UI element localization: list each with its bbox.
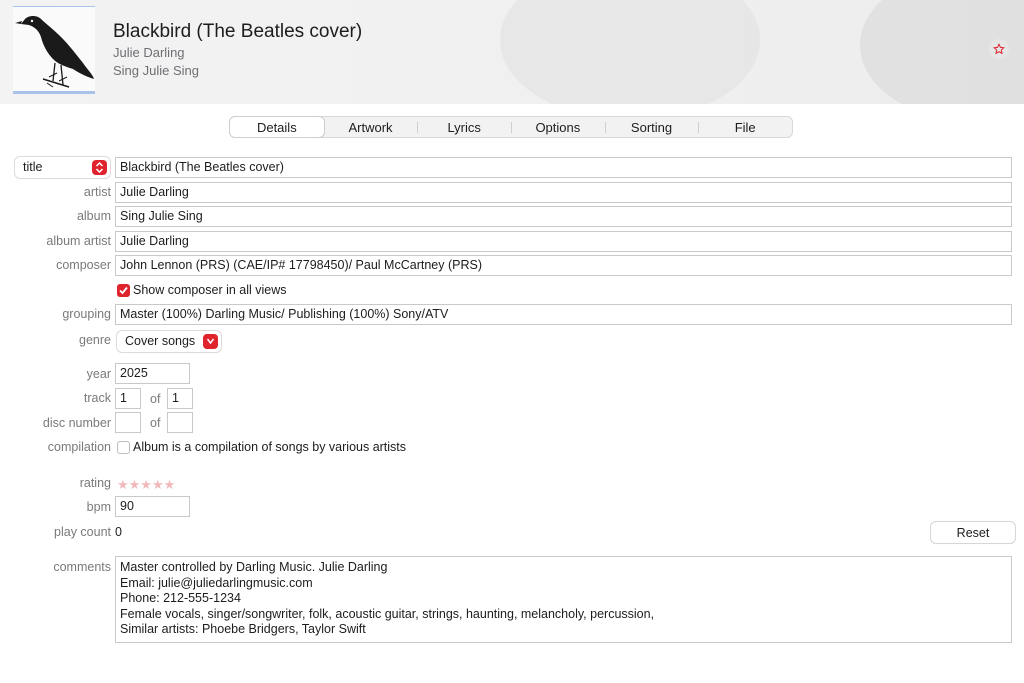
grouping-input[interactable]: Master (100%) Darling Music/ Publishing …	[115, 304, 1012, 325]
tab-file[interactable]: File	[698, 117, 792, 137]
genre-value: Cover songs	[125, 334, 196, 348]
song-artist: Julie Darling	[113, 45, 185, 60]
track-total-input[interactable]: 1	[167, 388, 193, 409]
checkmark-icon	[119, 286, 128, 295]
favorite-button[interactable]	[989, 39, 1009, 59]
genre-popup[interactable]: Cover songs	[117, 331, 221, 352]
tab-bar: Details Artwork Lyrics Options Sorting F…	[229, 116, 793, 138]
disc-total-input[interactable]	[167, 412, 193, 433]
disc-of-label: of	[150, 416, 161, 430]
composer-label: composer	[56, 258, 111, 272]
show-composer-label: Show composer in all views	[133, 283, 287, 297]
year-input[interactable]: 2025	[115, 363, 190, 384]
album-artist-label: album artist	[46, 234, 111, 248]
bpm-label: bpm	[86, 500, 111, 514]
year-label: year	[86, 367, 111, 381]
album-artist-input[interactable]: Julie Darling	[115, 231, 1012, 252]
play-count-label: play count	[54, 525, 111, 539]
compilation-checkbox[interactable]	[117, 441, 130, 454]
play-count-value: 0	[115, 525, 122, 539]
star-icon	[993, 43, 1005, 55]
title-selector-label: title	[23, 160, 43, 174]
composer-input[interactable]: John Lennon (PRS) (CAE/IP# 17798450)/ Pa…	[115, 255, 1012, 276]
album-label: album	[76, 209, 111, 223]
song-header: Blackbird (The Beatles cover) Julie Darl…	[0, 0, 1024, 104]
track-label: track	[83, 391, 111, 405]
rating-label: rating	[79, 476, 111, 490]
track-of-label: of	[150, 392, 161, 406]
title-field-selector[interactable]: title	[15, 157, 110, 178]
artist-label: artist	[83, 185, 111, 199]
popup-stepper-icon	[92, 160, 107, 175]
bpm-input[interactable]: 90	[115, 496, 190, 517]
album-input[interactable]: Sing Julie Sing	[115, 206, 1012, 227]
tab-details[interactable]: Details	[230, 117, 324, 137]
compilation-description: Album is a compilation of songs by vario…	[133, 440, 407, 454]
grouping-label: grouping	[62, 307, 111, 321]
artist-input[interactable]: Julie Darling	[115, 182, 1012, 203]
tab-artwork[interactable]: Artwork	[324, 117, 418, 137]
comments-label: comments	[53, 560, 111, 574]
blackbird-artwork-icon	[15, 16, 94, 88]
tab-options[interactable]: Options	[511, 117, 605, 137]
comments-textarea[interactable]: Master controlled by Darling Music. Juli…	[115, 556, 1012, 643]
tab-sorting[interactable]: Sorting	[604, 117, 699, 137]
track-number-input[interactable]: 1	[115, 388, 141, 409]
song-album: Sing Julie Sing	[113, 63, 199, 78]
show-composer-checkbox[interactable]	[117, 284, 130, 297]
title-input[interactable]: Blackbird (The Beatles cover)	[115, 157, 1012, 178]
album-artwork[interactable]	[13, 6, 95, 94]
tab-lyrics[interactable]: Lyrics	[417, 117, 511, 137]
disc-number-input[interactable]	[115, 412, 141, 433]
compilation-label: compilation	[47, 440, 111, 454]
reset-play-count-button[interactable]: Reset	[931, 522, 1015, 543]
genre-label: genre	[79, 333, 111, 347]
header-background-shape	[500, 0, 760, 104]
song-title: Blackbird (The Beatles cover)	[113, 21, 363, 42]
disc-number-label: disc number	[42, 416, 111, 430]
rating-stars[interactable]: ★★★★★	[117, 477, 175, 493]
popup-stepper-icon	[203, 334, 218, 349]
